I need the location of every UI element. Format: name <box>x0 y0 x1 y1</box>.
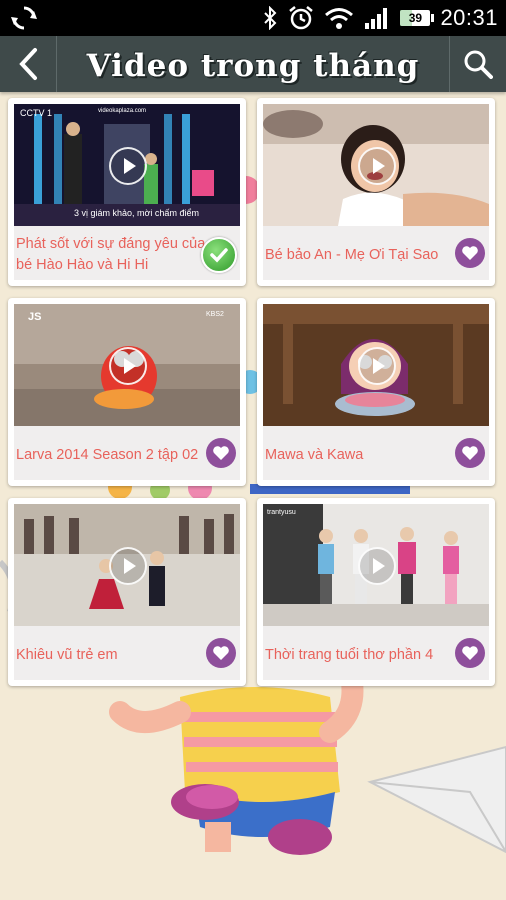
video-caption: Khiêu vũ trẻ em <box>14 626 240 680</box>
thumb-channel-label: CCTV 1 <box>20 108 52 118</box>
thumb-subtitle: 3 vị giám khảo, mời chấm điểm <box>74 208 199 218</box>
thumb-logo-label: trantyusu <box>267 509 296 516</box>
play-icon[interactable] <box>109 147 147 185</box>
battery-level: 39 <box>408 11 423 25</box>
video-title[interactable]: Bé bảo An - Mẹ Ơi Tại Sao <box>265 245 455 266</box>
video-card[interactable]: CCTV 1 videokaplaza.com 3 vị giám khảo, … <box>8 98 246 286</box>
video-card[interactable]: Khiêu vũ trẻ em <box>8 498 246 686</box>
video-caption: Phát sốt với sự đáng yêu của bé Hào Hào … <box>14 226 240 280</box>
page-title: Video trong tháng <box>86 48 420 84</box>
thumb-logo-label: JS <box>28 311 41 323</box>
search-button[interactable] <box>449 36 506 92</box>
chevron-left-icon <box>19 48 37 80</box>
back-button[interactable] <box>0 36 57 92</box>
favorite-button[interactable] <box>455 238 485 268</box>
sync-icon <box>11 6 37 30</box>
thumb-corner-label: KBS2 <box>206 311 224 318</box>
video-thumbnail[interactable]: CCTV 1 videokaplaza.com 3 vị giám khảo, … <box>14 104 240 226</box>
video-thumbnail[interactable]: trantyusu <box>263 504 489 626</box>
battery-icon: 39 <box>400 10 435 26</box>
video-caption: Larva 2014 Season 2 tập 02 <box>14 426 240 480</box>
video-title[interactable]: Larva 2014 Season 2 tập 02 <box>16 445 206 466</box>
heart-icon <box>462 446 478 460</box>
play-icon[interactable] <box>358 347 396 385</box>
status-time: 20:31 <box>440 5 498 30</box>
video-thumbnail[interactable] <box>263 304 489 426</box>
play-icon[interactable] <box>358 147 396 185</box>
video-card[interactable]: JS KBS2 Larva 2014 Season 2 tập 02 <box>8 298 246 486</box>
signal-icon <box>365 8 388 29</box>
favorite-button[interactable] <box>206 438 236 468</box>
video-title[interactable]: Mawa và Kawa <box>265 445 455 466</box>
heart-icon <box>462 246 478 260</box>
video-title[interactable]: Phát sốt với sự đáng yêu của bé Hào Hào … <box>16 234 206 276</box>
favorite-button[interactable] <box>206 638 236 668</box>
video-thumbnail[interactable]: JS KBS2 <box>14 304 240 426</box>
status-bar: 39 20:31 <box>0 0 506 36</box>
video-thumbnail[interactable] <box>14 504 240 626</box>
video-card[interactable]: trantyusu Thời trang tuổi thơ phần 4 <box>257 498 495 686</box>
play-icon[interactable] <box>358 547 396 585</box>
video-card[interactable]: Mawa và Kawa <box>257 298 495 486</box>
play-icon[interactable] <box>109 547 147 585</box>
heart-icon <box>462 646 478 660</box>
video-caption: Mawa và Kawa <box>263 426 489 480</box>
video-title[interactable]: Khiêu vũ trẻ em <box>16 645 206 666</box>
app-header: Video trong tháng <box>0 36 506 92</box>
favorite-button[interactable] <box>455 438 485 468</box>
play-icon[interactable] <box>109 347 147 385</box>
thumb-site-label: videokaplaza.com <box>98 108 146 114</box>
video-card[interactable]: Bé bảo An - Mẹ Ơi Tại Sao <box>257 98 495 286</box>
wifi-icon <box>325 8 354 29</box>
video-caption: Thời trang tuổi thơ phần 4 <box>263 626 489 680</box>
video-title[interactable]: Thời trang tuổi thơ phần 4 <box>265 645 455 666</box>
heart-icon <box>213 646 229 660</box>
heart-icon <box>213 446 229 460</box>
search-icon <box>464 50 493 79</box>
favorite-button[interactable] <box>455 638 485 668</box>
video-thumbnail[interactable] <box>263 104 489 226</box>
alarm-icon <box>289 6 314 30</box>
check-icon[interactable] <box>201 237 237 273</box>
video-caption: Bé bảo An - Mẹ Ơi Tại Sao <box>263 226 489 280</box>
bluetooth-icon <box>264 6 277 30</box>
